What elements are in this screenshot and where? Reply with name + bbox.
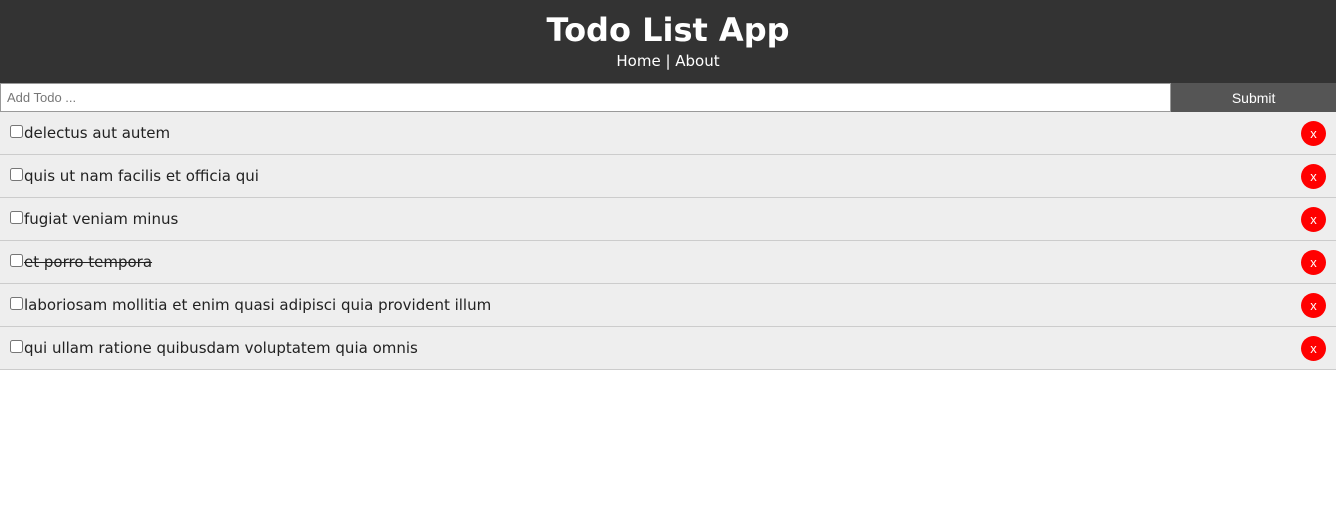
nav-link-home[interactable]: Home <box>616 52 660 70</box>
todo-item: laboriosam mollitia et enim quasi adipis… <box>0 284 1336 327</box>
nav-separator: | <box>660 52 676 70</box>
todo-checkbox[interactable] <box>10 339 23 353</box>
todo-item: quis ut nam facilis et officia qui x <box>0 155 1336 198</box>
todo-checkbox[interactable] <box>10 296 23 310</box>
delete-todo-button[interactable]: x <box>1301 120 1326 146</box>
nav-link-about[interactable]: About <box>675 52 719 70</box>
todo-item: et porro tempora x <box>0 241 1336 284</box>
todo-checkbox[interactable] <box>10 124 23 138</box>
main-nav: Home | About <box>0 51 1336 71</box>
todo-checkbox[interactable] <box>10 253 23 267</box>
todo-title: fugiat veniam minus <box>24 210 179 228</box>
todo-title: laboriosam mollitia et enim quasi adipis… <box>24 296 492 314</box>
app-title: Todo List App <box>546 11 790 49</box>
delete-todo-button[interactable]: x <box>1301 206 1326 232</box>
todo-title: delectus aut autem <box>24 124 171 142</box>
todo-title: et porro tempora <box>24 253 153 271</box>
todo-list: delectus aut autem x quis ut nam facilis… <box>0 112 1336 370</box>
delete-todo-button[interactable]: x <box>1301 249 1326 275</box>
todo-item: fugiat veniam minus x <box>0 198 1336 241</box>
todo-item: delectus aut autem x <box>0 112 1336 155</box>
submit-button[interactable]: Submit <box>1171 83 1336 112</box>
delete-todo-button[interactable]: x <box>1301 335 1326 361</box>
delete-todo-button[interactable]: x <box>1301 163 1326 189</box>
todo-checkbox[interactable] <box>10 167 23 181</box>
todo-title: quis ut nam facilis et officia qui <box>24 167 259 185</box>
add-todo-input[interactable] <box>0 83 1172 112</box>
todo-checkbox[interactable] <box>10 210 23 224</box>
delete-todo-button[interactable]: x <box>1301 292 1326 318</box>
todo-item: qui ullam ratione quibusdam voluptatem q… <box>0 327 1336 370</box>
add-todo-form: Submit <box>0 83 1336 112</box>
app-header: Todo List App Home | About <box>0 0 1336 83</box>
todo-title: qui ullam ratione quibusdam voluptatem q… <box>24 339 418 357</box>
